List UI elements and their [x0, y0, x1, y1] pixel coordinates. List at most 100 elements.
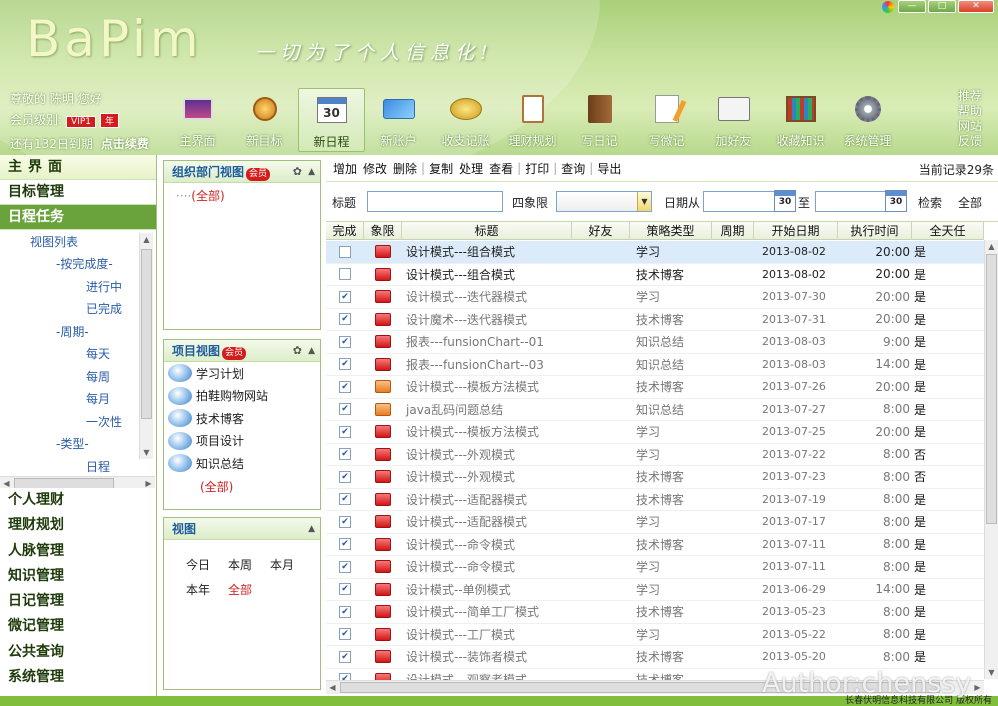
project-item[interactable]: 知识总结 — [164, 452, 320, 475]
done-checkbox[interactable]: ✔ — [339, 358, 351, 371]
title-cell[interactable]: 设计魔术---迭代器模式 — [402, 311, 572, 328]
title-cell[interactable]: 设计模式---简单工厂模式 — [402, 603, 572, 620]
table-row[interactable]: ✔ 设计魔术---迭代器模式 技术博客 2013-07-31 20:00 是 — [326, 309, 984, 331]
title-cell[interactable]: 设计模式---装饰者模式 — [402, 648, 572, 665]
tree-once[interactable]: 一次性 — [86, 413, 122, 430]
done-checkbox[interactable]: ✔ — [339, 650, 351, 663]
table-row[interactable]: ✔ 设计模式---模板方法模式 技术博客 2013-07-26 20:00 是 — [326, 376, 984, 399]
done-checkbox[interactable]: ✔ — [339, 313, 351, 326]
tree-by-period[interactable]: -周期- — [56, 323, 89, 340]
close-button[interactable]: ✕ — [958, 0, 994, 13]
column-header[interactable]: 象限 — [364, 222, 402, 240]
done-checkbox[interactable] — [339, 245, 351, 258]
table-row[interactable]: ✔ 设计模式---装饰者模式 技术博客 2013-05-20 8:00 是 — [326, 646, 984, 669]
date-from-input[interactable] — [703, 191, 776, 212]
toolbar-button-1[interactable]: 修改 — [360, 160, 390, 177]
done-checkbox[interactable]: ✔ — [339, 605, 351, 618]
title-cell[interactable]: 设计模式--单例模式 — [402, 581, 572, 598]
table-row[interactable]: ✔ 设计模式---外观模式 技术博客 2013-07-23 8:00 否 — [326, 466, 984, 489]
tree-vertical-scrollbar[interactable]: ▲ ▼ — [139, 233, 153, 459]
sidebar-item-lower-0[interactable]: 个人理财 — [0, 488, 155, 514]
title-cell[interactable]: 报表---funsionChart--01 — [402, 333, 572, 350]
nav-pencil-note-button[interactable]: 写微记 — [633, 88, 700, 152]
feedback-link[interactable]: 反馈 — [958, 134, 982, 149]
title-cell[interactable]: 设计模式---命令模式 — [402, 558, 572, 575]
title-cell[interactable]: 设计模式---迭代器模式 — [402, 288, 572, 305]
done-checkbox[interactable]: ✔ — [339, 425, 351, 438]
project-item[interactable]: 技术博客 — [164, 407, 320, 430]
recommend-link[interactable]: 推荐 — [958, 89, 982, 104]
title-cell[interactable]: 设计模式---外观模式 — [402, 468, 572, 485]
calendar-icon[interactable]: 30 — [885, 190, 907, 212]
scroll-down-icon[interactable]: ▼ — [140, 446, 153, 459]
table-scroll-thumb[interactable] — [986, 254, 997, 524]
scroll-left-icon[interactable]: ◀ — [326, 681, 339, 694]
scroll-down-icon[interactable]: ▼ — [985, 666, 998, 679]
nav-monitor-button[interactable]: 主界面 — [164, 88, 231, 152]
table-row[interactable]: ✔ 设计模式---迭代器模式 学习 2013-07-30 20:00 是 — [326, 286, 984, 309]
table-row[interactable]: ✔ 设计模式---简单工厂模式 技术博客 2013-05-23 8:00 是 — [326, 601, 984, 624]
table-row[interactable]: ✔ 设计模式---工厂模式 学习 2013-05-22 8:00 是 — [326, 624, 984, 646]
toolbar-button-4[interactable]: 处理 — [456, 160, 486, 177]
toolbar-button-0[interactable]: 增加 — [330, 160, 360, 177]
calendar-icon[interactable]: 30 — [774, 190, 796, 212]
table-row[interactable]: ✔ 设计模式---适配器模式 学习 2013-07-17 8:00 是 — [326, 511, 984, 534]
column-header[interactable]: 标题 — [402, 222, 572, 240]
nav-clipboard-button[interactable]: 理财规划 — [499, 88, 566, 152]
tree-in-progress[interactable]: 进行中 — [86, 278, 122, 295]
title-cell[interactable]: 设计模式---模板方法模式 — [402, 423, 572, 440]
collapse-icon[interactable]: ▲ — [308, 340, 315, 362]
search-button[interactable]: 检索 — [918, 194, 942, 211]
title-cell[interactable]: 设计模式---模板方法模式 — [402, 378, 572, 395]
table-row[interactable]: ✔ 设计模式---适配器模式 技术博客 2013-07-19 8:00 是 — [326, 489, 984, 511]
nav-notebook-button[interactable]: 写日记 — [566, 88, 633, 152]
collapse-icon[interactable]: ▲ — [308, 518, 315, 540]
project-item[interactable]: 拍鞋购物网站 — [164, 385, 320, 408]
help-link[interactable]: 帮助 — [958, 104, 982, 119]
table-row[interactable]: ✔ 设计模式---命令模式 学习 2013-07-11 8:00 是 — [326, 556, 984, 579]
title-cell[interactable]: 设计模式---组合模式 — [402, 243, 572, 260]
nav-bookshelf-button[interactable]: 收藏知识 — [767, 88, 834, 152]
column-header[interactable]: 策略类型 — [630, 222, 712, 240]
collapse-icon[interactable]: ▲ — [308, 161, 315, 183]
show-all-button[interactable]: 全部 — [958, 194, 982, 211]
nav-gear-button[interactable]: 系统管理 — [834, 88, 901, 152]
sidebar-item-schedule[interactable]: 日程任务 — [0, 205, 156, 230]
minimize-button[interactable]: — — [898, 0, 926, 13]
title-cell[interactable]: 设计模式---外观模式 — [402, 446, 572, 463]
toolbar-button-5[interactable]: 查看 — [486, 160, 516, 177]
done-checkbox[interactable]: ✔ — [339, 290, 351, 303]
table-row[interactable]: ✔ 设计模式---模板方法模式 学习 2013-07-25 20:00 是 — [326, 421, 984, 444]
quadrant-select[interactable]: ▼ — [556, 191, 652, 212]
done-checkbox[interactable]: ✔ — [339, 470, 351, 483]
nav-medal-button[interactable]: 新目标 — [231, 88, 298, 152]
column-header[interactable]: 好友 — [572, 222, 630, 240]
scroll-up-icon[interactable]: ▲ — [140, 233, 153, 246]
gear-icon[interactable]: ✿ — [293, 161, 302, 183]
column-header[interactable]: 全天任 — [912, 222, 984, 240]
column-header[interactable]: 完成 — [326, 222, 364, 240]
tree-by-type[interactable]: -类型- — [56, 435, 89, 452]
done-checkbox[interactable]: ✔ — [339, 380, 351, 393]
done-checkbox[interactable]: ✔ — [339, 448, 351, 461]
table-row[interactable]: ✔ java乱码问题总结 知识总结 2013-07-27 8:00 是 — [326, 399, 984, 421]
title-cell[interactable]: 设计模式---适配器模式 — [402, 491, 572, 508]
toolbar-button-2[interactable]: 删除 — [390, 160, 420, 177]
done-checkbox[interactable]: ✔ — [339, 515, 351, 528]
table-row[interactable]: ✔ 设计模式--单例模式 学习 2013-06-29 14:00 是 — [326, 579, 984, 601]
tree-by-progress[interactable]: -按完成度- — [56, 255, 113, 272]
done-checkbox[interactable]: ✔ — [339, 628, 351, 641]
column-header[interactable]: 周期 — [712, 222, 754, 240]
nav-coins-button[interactable]: 收支记账 — [432, 88, 499, 152]
sidebar-item-lower-3[interactable]: 知识管理 — [0, 563, 155, 590]
nav-contact-card-button[interactable]: 加好友 — [700, 88, 767, 152]
renew-link[interactable]: 点击续费 — [101, 137, 149, 151]
maximize-button[interactable]: □ — [928, 0, 956, 13]
tree-weekly[interactable]: 每周 — [86, 368, 110, 385]
website-link[interactable]: 网站 — [958, 119, 982, 134]
done-checkbox[interactable]: ✔ — [339, 335, 351, 348]
title-cell[interactable]: 设计模式---组合模式 — [402, 266, 572, 283]
done-checkbox[interactable]: ✔ — [339, 583, 351, 596]
title-cell[interactable]: 报表---funsionChart--03 — [402, 356, 572, 373]
gear-icon[interactable]: ✿ — [293, 340, 302, 362]
